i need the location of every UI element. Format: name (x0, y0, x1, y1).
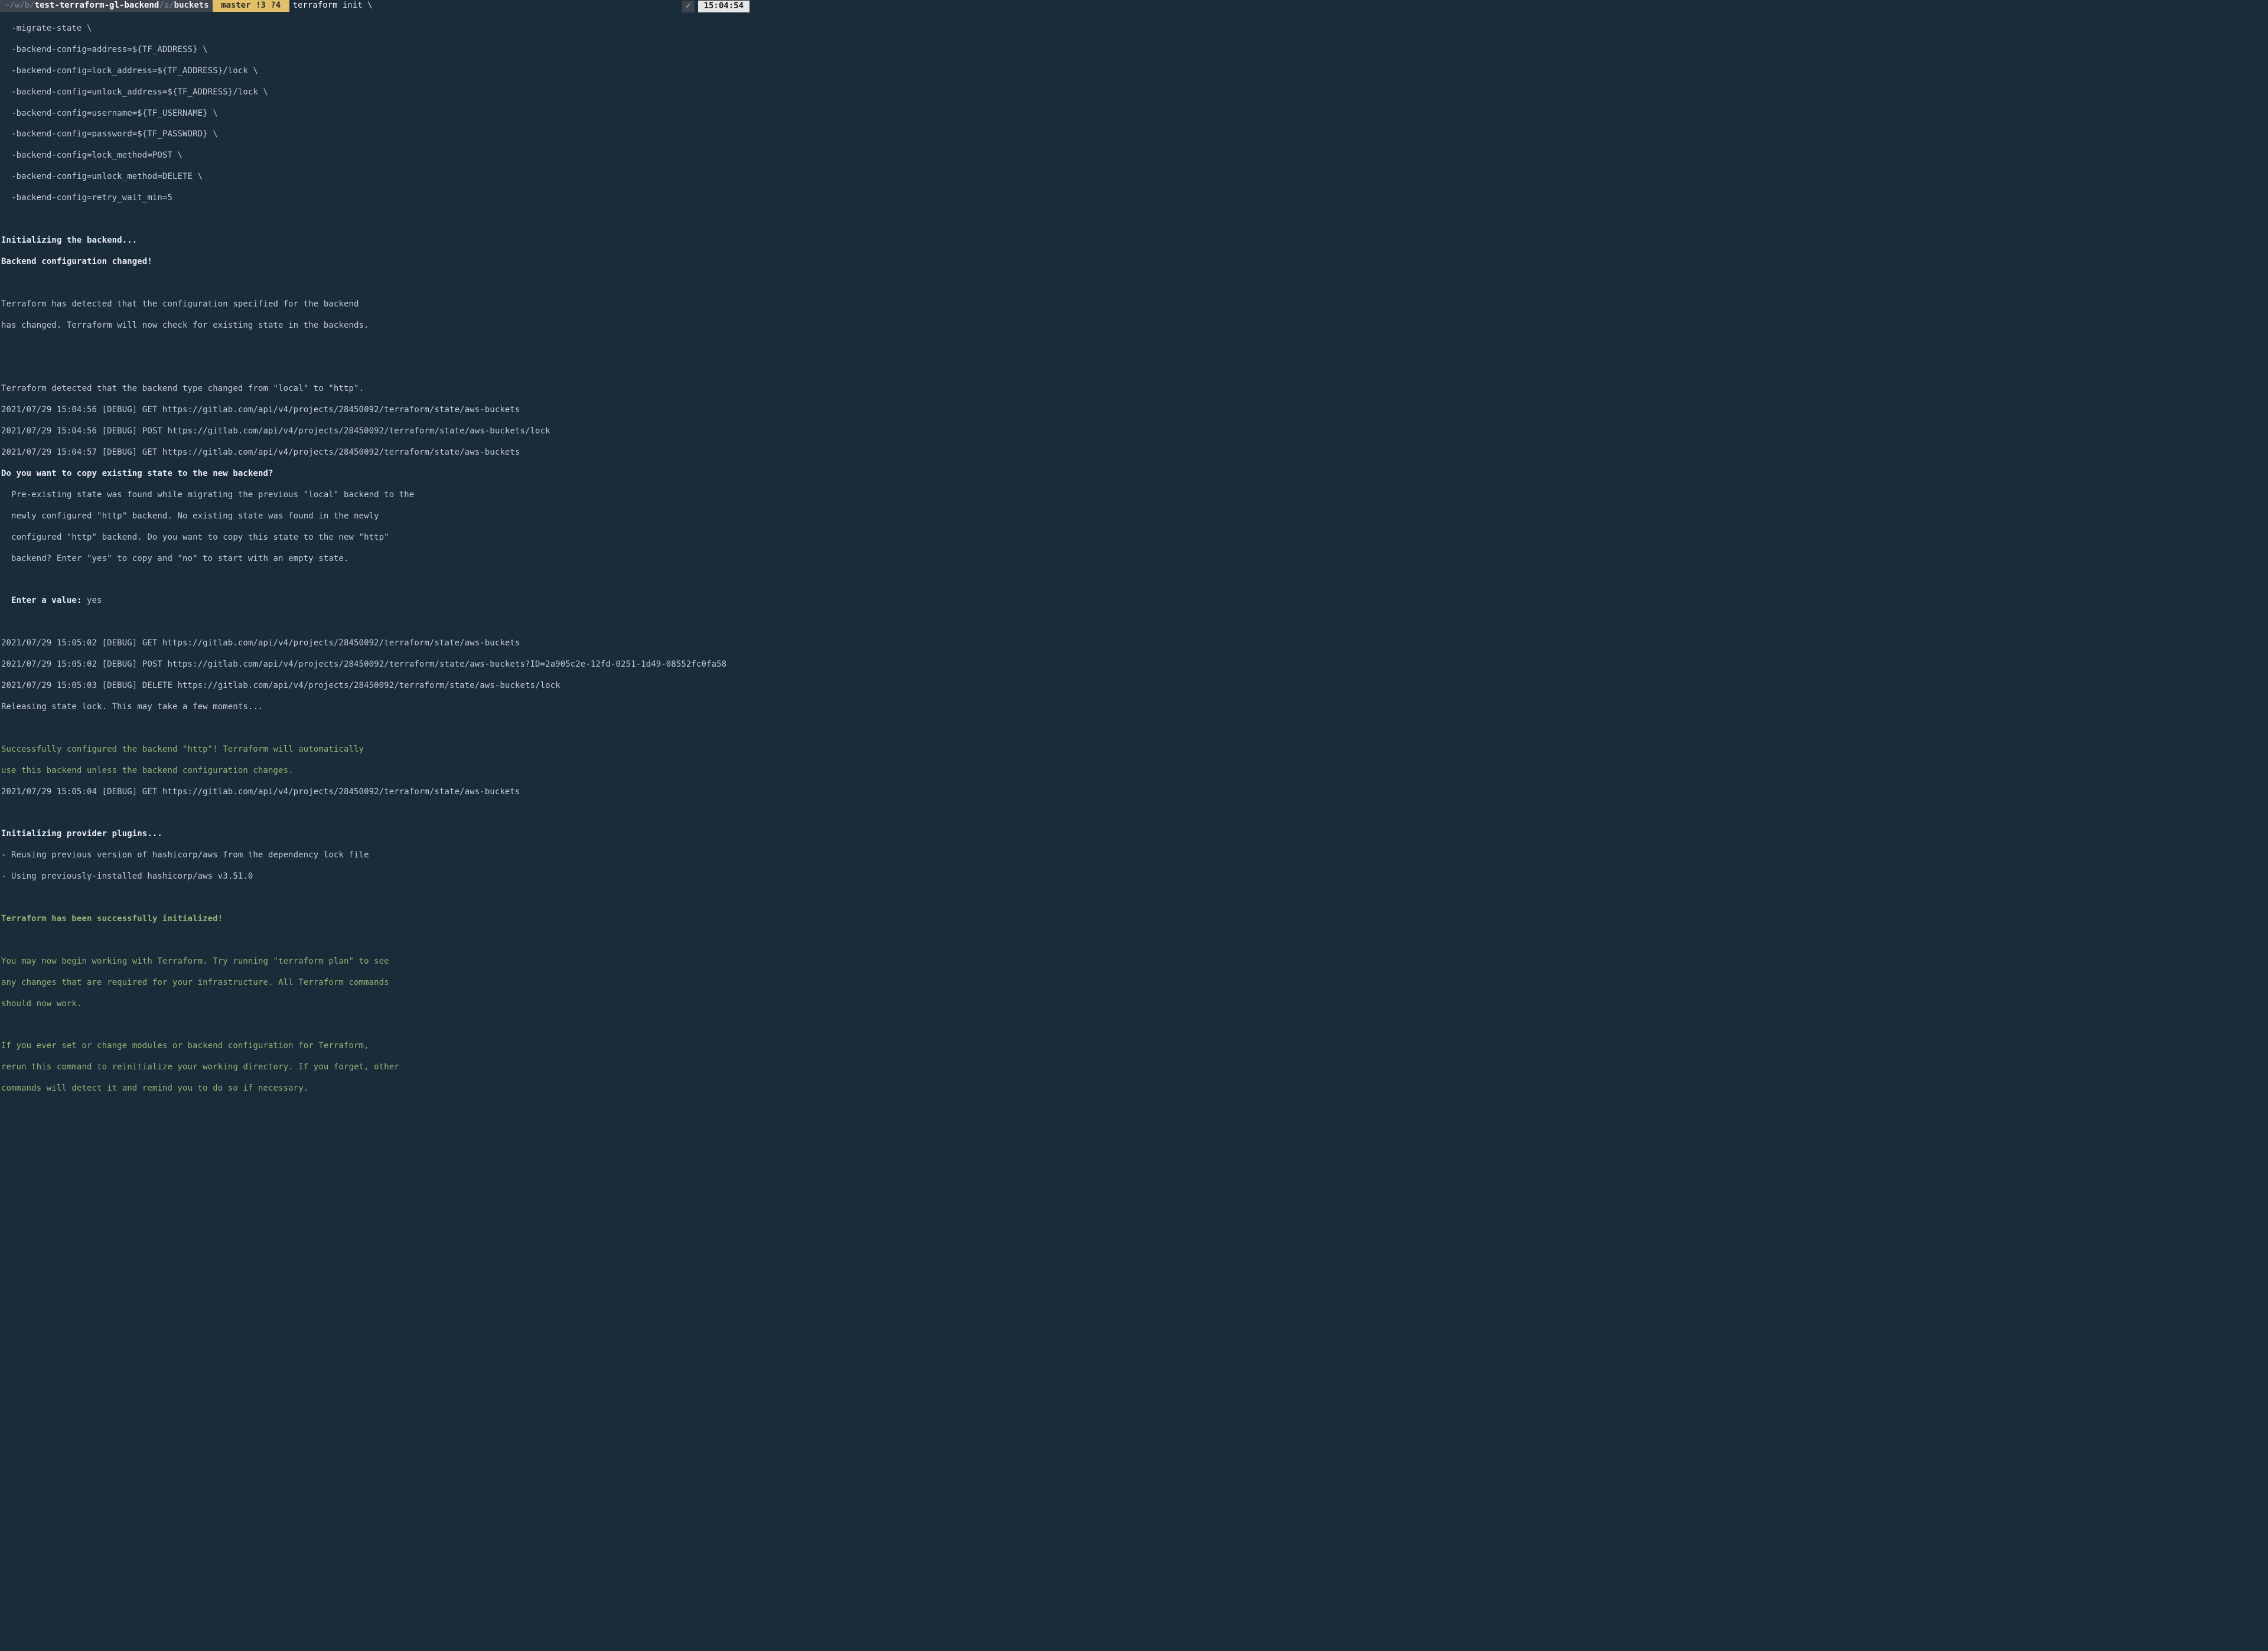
success-header: Terraform has been successfully initiali… (1, 914, 753, 925)
input-prompt-line[interactable]: Enter a value: yes (1, 596, 753, 606)
blank-line (1, 342, 753, 353)
success-line: rerun this command to reinitialize your … (1, 1062, 753, 1073)
success-line: should now work. (1, 999, 753, 1010)
input-prompt-value: yes (82, 596, 102, 605)
output-line: Terraform has detected that the configur… (1, 299, 753, 310)
blank-line (1, 808, 753, 818)
output-line: Releasing state lock. This may take a fe… (1, 702, 753, 713)
section-header: Initializing provider plugins... (1, 829, 753, 840)
blank-line (1, 363, 753, 373)
output-line: - Reusing previous version of hashicorp/… (1, 850, 753, 861)
section-header: Initializing the backend... (1, 236, 753, 246)
output-line: - Using previously-installed hashicorp/a… (1, 872, 753, 882)
success-line: use this backend unless the backend conf… (1, 766, 753, 776)
output-line: configured "http" backend. Do you want t… (1, 533, 753, 543)
blank-line (1, 723, 753, 734)
cmd-cont-line: -backend-config=unlock_address=${TF_ADDR… (1, 87, 753, 98)
output-line: Terraform detected that the backend type… (1, 384, 753, 394)
log-line: 2021/07/29 15:05:03 [DEBUG] DELETE https… (1, 681, 753, 691)
input-prompt-label: Enter a value: (1, 596, 82, 605)
cmd-cont-line: -migrate-state \ (1, 24, 753, 34)
success-line: You may now begin working with Terraform… (1, 957, 753, 967)
terminal-output[interactable]: -migrate-state \ -backend-config=address… (0, 12, 753, 1115)
success-line: any changes that are required for your i… (1, 978, 753, 988)
output-line: backend? Enter "yes" to copy and "no" to… (1, 554, 753, 565)
output-line: has changed. Terraform will now check fo… (1, 321, 753, 331)
cmd-cont-line: -backend-config=unlock_method=DELETE \ (1, 172, 753, 182)
cwd-path: ~/w/b/test-terraform-gl-backend/a/bucket… (0, 0, 213, 12)
blank-line (1, 575, 753, 585)
typed-command[interactable]: terraform init \ (289, 0, 376, 12)
blank-line (1, 935, 753, 946)
log-line: 2021/07/29 15:05:04 [DEBUG] GET https://… (1, 787, 753, 798)
prompt-line: ~/w/b/test-terraform-gl-backend/a/bucket… (0, 0, 753, 12)
cmd-cont-line: -backend-config=password=${TF_PASSWORD} … (1, 129, 753, 140)
git-branch-badge: master !3 ?4 (213, 0, 289, 12)
success-line: If you ever set or change modules or bac… (1, 1041, 753, 1052)
log-line: 2021/07/29 15:05:02 [DEBUG] POST https:/… (1, 660, 753, 670)
success-line: Successfully configured the backend "htt… (1, 745, 753, 755)
cmd-cont-line: -backend-config=retry_wait_min=5 (1, 193, 753, 204)
output-line: newly configured "http" backend. No exis… (1, 511, 753, 522)
blank-line (1, 1020, 753, 1031)
prompt-question: Do you want to copy existing state to th… (1, 469, 753, 479)
terminal-window[interactable]: -backend-config=address=${TF_ADDRESS} \ … (0, 0, 753, 549)
blank-line (1, 893, 753, 903)
log-line: 2021/07/29 15:04:57 [DEBUG] GET https://… (1, 448, 753, 458)
blank-line (1, 278, 753, 289)
blank-line (1, 214, 753, 225)
log-line: 2021/07/29 15:04:56 [DEBUG] POST https:/… (1, 426, 753, 437)
success-line: commands will detect it and remind you t… (1, 1084, 753, 1094)
cmd-cont-line: -backend-config=address=${TF_ADDRESS} \ (1, 45, 753, 56)
blank-line (1, 617, 753, 628)
section-header: Backend configuration changed! (1, 257, 753, 267)
log-line: 2021/07/29 15:05:02 [DEBUG] GET https://… (1, 638, 753, 649)
log-line: 2021/07/29 15:04:56 [DEBUG] GET https://… (1, 405, 753, 416)
cmd-cont-line: -backend-config=lock_address=${TF_ADDRES… (1, 66, 753, 77)
cmd-cont-line: -backend-config=username=${TF_USERNAME} … (1, 109, 753, 119)
cmd-cont-line: -backend-config=lock_method=POST \ (1, 151, 753, 161)
output-line: Pre-existing state was found while migra… (1, 490, 753, 501)
